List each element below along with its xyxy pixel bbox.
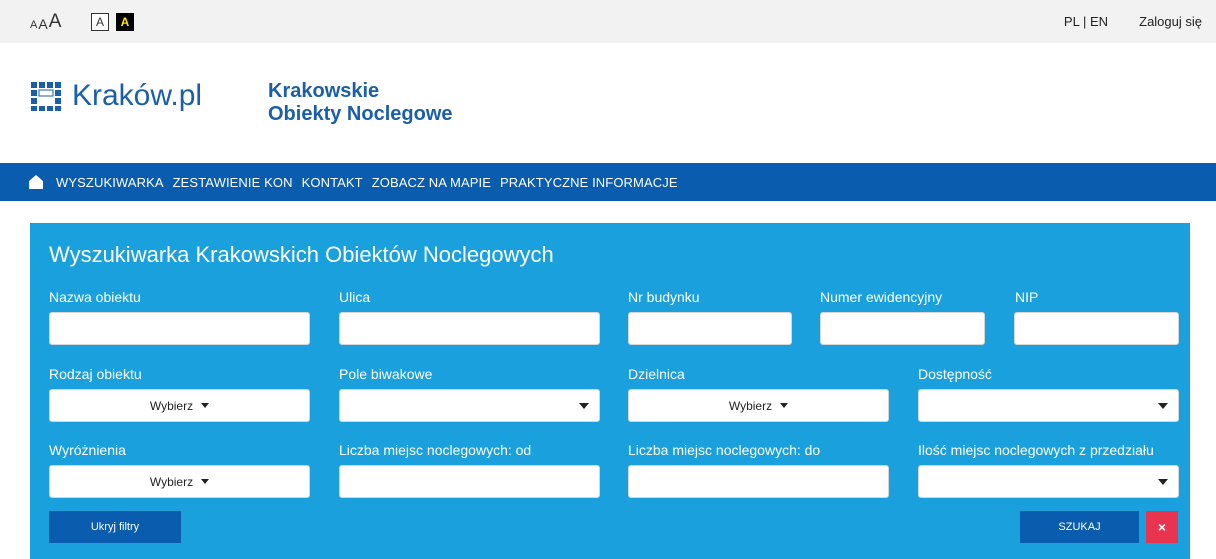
search-title: Wyszukiwarka Krakowskich Obiektów Nocleg… (49, 242, 554, 267)
dzielnica-label: Dzielnica (628, 366, 685, 382)
top-utility-bar: A A A A A PL | EN Zaloguj się (0, 0, 1216, 43)
nav-item-kontakt[interactable]: KONTAKT (302, 175, 363, 190)
chevron-down-icon (201, 479, 210, 484)
dostepnosc-select[interactable] (918, 389, 1179, 422)
wyroznienia-label: Wyróżnienia (49, 442, 126, 458)
liczba-od-input[interactable] (340, 466, 599, 497)
search-panel: Wyszukiwarka Krakowskich Obiektów Nocleg… (30, 223, 1190, 559)
subtitle-line1: Krakowskie (268, 80, 380, 102)
ilosc-przedzialu-label: Ilość miejsc noclegowych z przedziału (918, 442, 1154, 458)
nazwa-label: Nazwa obiektu (49, 289, 141, 305)
krakow-logo-icon (31, 82, 61, 111)
nav-item-wyszukiwarka[interactable]: WYSZUKIWARKA (56, 175, 164, 190)
dostepnosc-label: Dostępność (918, 366, 992, 382)
hide-filters-button[interactable]: Ukryj filtry (49, 511, 181, 543)
nav-item-zestawienie[interactable]: ZESTAWIENIE KON (173, 175, 293, 190)
ulica-input[interactable] (340, 313, 599, 344)
dzielnica-select[interactable]: Wybierz (628, 389, 889, 422)
pole-biwakowe-select[interactable] (339, 389, 600, 422)
home-icon[interactable] (28, 174, 44, 190)
font-size-small-button[interactable]: A (30, 18, 37, 32)
nip-label: NIP (1015, 289, 1039, 305)
pole-biwakowe-label: Pole biwakowe (339, 366, 433, 382)
site-subtitle: Krakowskie Obiekty Noclegowe (268, 80, 453, 126)
liczba-do-input[interactable] (629, 466, 888, 497)
liczba-od-label: Liczba miejsc noclegowych: od (339, 442, 532, 458)
font-size-controls: A A A (30, 12, 62, 33)
nazwa-input[interactable] (50, 313, 309, 344)
nav-item-informacje[interactable]: PRAKTYCZNE INFORMACJE (500, 175, 678, 190)
chevron-down-icon (780, 403, 789, 408)
main-nav: WYSZUKIWARKA ZESTAWIENIE KON KONTAKT ZOB… (0, 163, 1216, 201)
nr-budynku-label: Nr budynku (628, 289, 700, 305)
chevron-down-icon (579, 402, 589, 409)
rodzaj-select[interactable]: Wybierz (49, 389, 310, 422)
wyroznienia-select-value: Wybierz (149, 474, 194, 489)
rodzaj-label: Rodzaj obiektu (49, 366, 142, 382)
chevron-down-icon (201, 403, 210, 408)
chevron-down-icon (1158, 478, 1168, 485)
clear-button[interactable]: × (1146, 511, 1178, 543)
wyroznienia-select[interactable]: Wybierz (49, 465, 310, 498)
site-logo-text[interactable]: Kraków.pl (72, 78, 202, 114)
nav-item-mapa[interactable]: ZOBACZ NA MAPIE (372, 175, 491, 190)
language-switcher[interactable]: PL | EN (1064, 14, 1108, 29)
rodzaj-select-value: Wybierz (149, 398, 194, 413)
ilosc-przedzialu-select[interactable] (918, 465, 1179, 498)
subtitle-line2: Obiekty Noclegowe (268, 103, 453, 125)
font-size-medium-button[interactable]: A (38, 16, 47, 32)
contrast-high-button[interactable]: A (116, 13, 134, 31)
login-link[interactable]: Zaloguj się (1139, 14, 1202, 29)
nr-budynku-input[interactable] (629, 313, 791, 344)
contrast-normal-button[interactable]: A (91, 13, 109, 31)
search-button[interactable]: SZUKAJ (1020, 511, 1139, 543)
ulica-label: Ulica (339, 289, 371, 305)
chevron-down-icon (1158, 402, 1168, 409)
liczba-do-label: Liczba miejsc noclegowych: do (628, 442, 821, 458)
numer-ewidencyjny-label: Numer ewidencyjny (820, 289, 943, 305)
nip-input[interactable] (1015, 313, 1178, 344)
numer-ewidencyjny-input[interactable] (821, 313, 984, 344)
dzielnica-select-value: Wybierz (728, 398, 773, 413)
font-size-large-button[interactable]: A (49, 12, 62, 32)
